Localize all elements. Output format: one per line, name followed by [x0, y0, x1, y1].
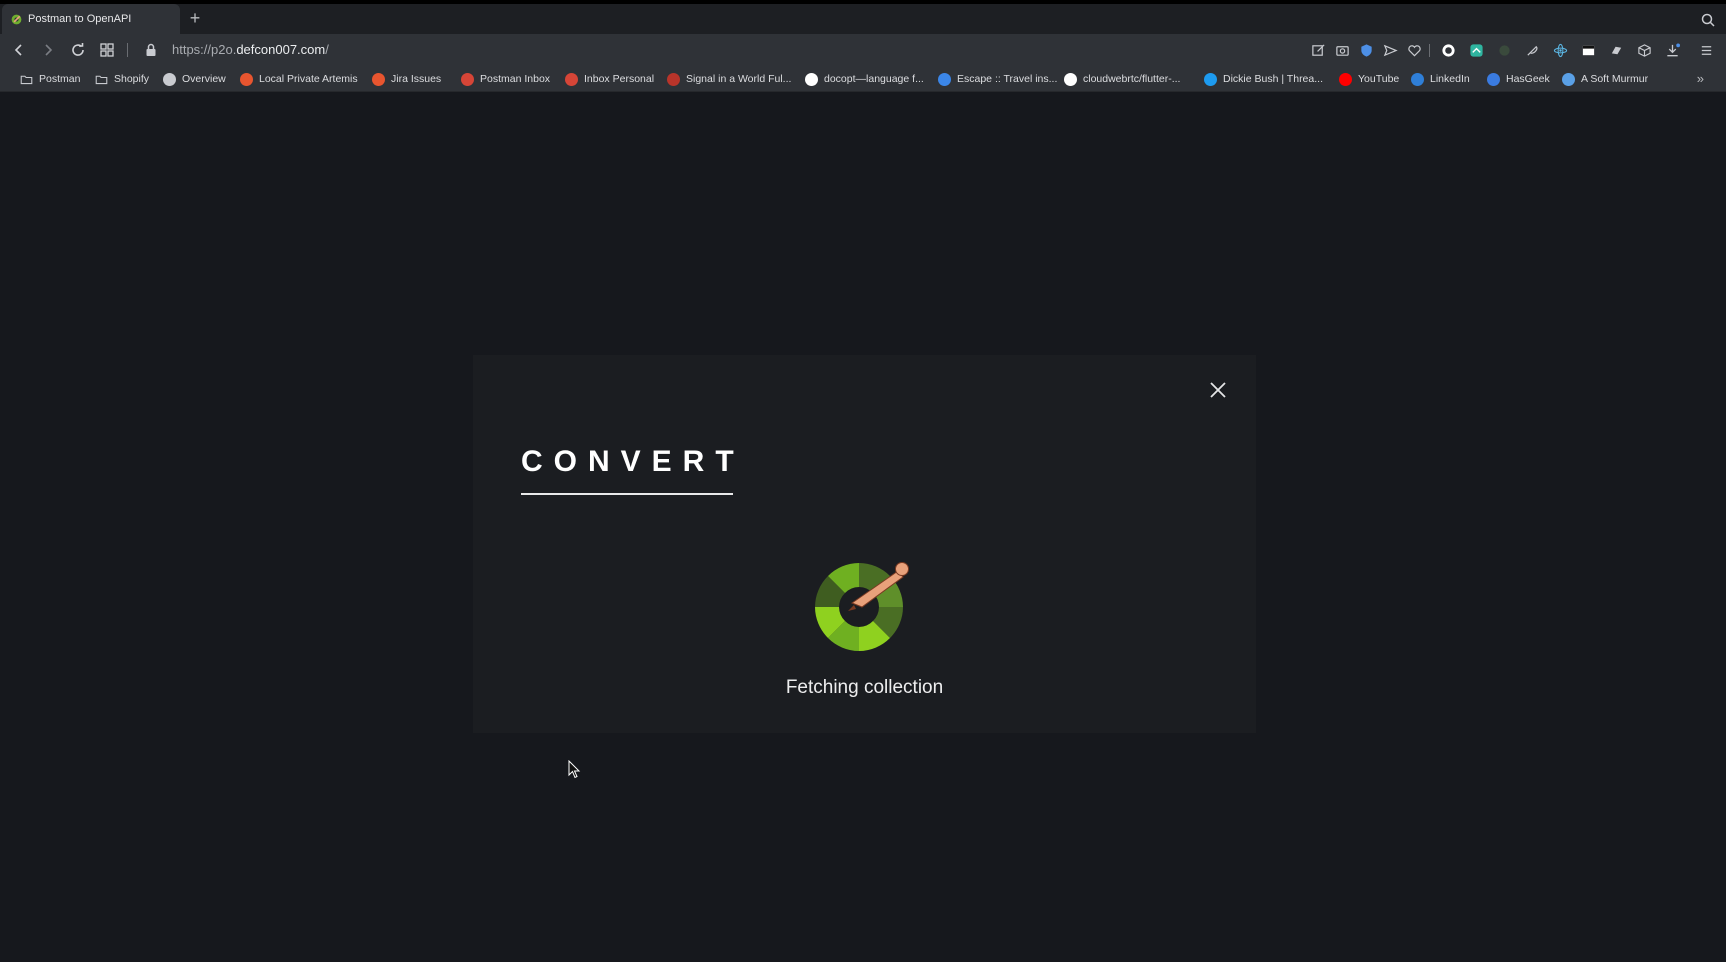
postman-openapi-favicon-icon: [11, 14, 22, 24]
tab-search-icon[interactable]: [1700, 12, 1716, 28]
folder-icon: [95, 73, 108, 86]
bookmark-item[interactable]: Postman: [20, 72, 80, 86]
artemis-icon: [240, 72, 253, 86]
bookmark-label: Local Private Artemis: [259, 73, 358, 85]
heart-icon[interactable]: [1407, 43, 1422, 58]
bookmark-item[interactable]: Local Private Artemis: [240, 72, 358, 86]
menu-icon[interactable]: [1699, 43, 1714, 58]
camera-icon[interactable]: [1335, 43, 1350, 58]
globe-extension-icon[interactable]: [1441, 43, 1456, 58]
folder-icon: [20, 73, 33, 86]
atom-icon[interactable]: [1553, 43, 1568, 58]
bookmark-item[interactable]: A Soft Murmur: [1562, 72, 1648, 86]
bookmark-item[interactable]: cloudwebrtc/flutter-...: [1064, 72, 1180, 86]
linkedin-icon: [1411, 72, 1424, 86]
toolbar-divider: [1429, 44, 1430, 57]
close-icon[interactable]: [1207, 379, 1229, 401]
feather-icon[interactable]: [1525, 43, 1540, 58]
hasgeek-icon: [1487, 72, 1500, 86]
toolbar-divider: [127, 43, 128, 57]
speed-dial-icon[interactable]: [99, 42, 115, 58]
bookmark-label: Jira Issues: [391, 73, 442, 85]
bookmark-label: Shopify: [114, 73, 150, 85]
bookmark-label: Dickie Bush | Threa...: [1223, 73, 1323, 85]
bookmark-item[interactable]: Shopify: [95, 72, 149, 86]
bookmark-label: A Soft Murmur: [1581, 73, 1649, 85]
bookmark-label: Signal in a World Ful...: [686, 73, 792, 85]
tab-postman-to-openapi[interactable]: Postman to OpenAPI: [2, 4, 180, 34]
downloads-icon[interactable]: [1665, 43, 1680, 58]
cube-icon[interactable]: [1637, 43, 1652, 58]
url-host: defcon007.com: [236, 42, 326, 57]
car-icon: [163, 72, 176, 86]
gmail-icon: [565, 72, 578, 86]
url-suffix: /: [325, 42, 329, 57]
url-prefix: https://p2o.: [172, 42, 237, 57]
bookmark-label: Postman Inbox: [480, 73, 551, 85]
bookmark-label: Overview: [182, 73, 226, 85]
bookmark-item[interactable]: Dickie Bush | Threa...: [1204, 72, 1323, 86]
bookmark-item[interactable]: Signal in a World Ful...: [667, 72, 791, 86]
window-extension-icon[interactable]: [1581, 43, 1596, 58]
address-bar-row: https://p2o.defcon007.com/: [0, 34, 1726, 66]
escape-icon: [938, 72, 951, 86]
bookmark-label: YouTube: [1358, 73, 1400, 85]
lock-icon[interactable]: [143, 42, 159, 58]
back-icon[interactable]: [11, 42, 27, 58]
bookmark-label: Escape :: Travel ins...: [957, 73, 1058, 85]
postman-interceptor-icon[interactable]: [1609, 43, 1624, 58]
new-tab-button[interactable]: +: [186, 9, 204, 27]
reload-icon[interactable]: [70, 42, 86, 58]
jira-icon: [372, 72, 385, 86]
github-icon: [1064, 72, 1077, 86]
youtube-icon: [1339, 72, 1352, 86]
postman-to-openapi-logo-icon: [815, 562, 909, 651]
url-field[interactable]: https://p2o.defcon007.com/: [172, 42, 329, 57]
mouse-cursor-icon: [568, 760, 581, 779]
bookmark-item[interactable]: YouTube: [1339, 72, 1399, 86]
send-icon[interactable]: [1383, 43, 1398, 58]
gmail-icon: [461, 72, 474, 86]
signal-icon: [667, 72, 680, 86]
bookmark-label: HasGeek: [1506, 73, 1550, 85]
tab-title: Postman to OpenAPI: [28, 13, 132, 25]
bookmark-item[interactable]: Jira Issues: [372, 72, 441, 86]
bookmark-item[interactable]: Overview: [163, 72, 226, 86]
bookmark-label: Postman: [39, 73, 81, 85]
bookmark-item[interactable]: HasGeek: [1487, 72, 1550, 86]
bookmark-item[interactable]: Escape :: Travel ins...: [938, 72, 1057, 86]
bookmarks-bar: Postman Shopify Overview Local Private Arte…: [0, 66, 1726, 92]
edit-page-icon[interactable]: [1311, 43, 1326, 58]
bookmark-label: docopt—language f...: [824, 73, 924, 85]
forward-icon[interactable]: [40, 42, 56, 58]
bookmark-label: LinkedIn: [1430, 73, 1470, 85]
bookmark-item[interactable]: Inbox Personal: [565, 72, 654, 86]
convert-modal: CONVERT Fetching collection: [473, 355, 1256, 733]
bookmark-item[interactable]: docopt—language f...: [805, 72, 924, 86]
shield-icon[interactable]: [1359, 43, 1374, 58]
heading-underline: [521, 493, 733, 495]
docopt-icon: [805, 72, 818, 86]
drop-icon: [1562, 72, 1575, 86]
green-extension-icon[interactable]: [1469, 43, 1484, 58]
bookmark-item[interactable]: LinkedIn: [1411, 72, 1470, 86]
circle-extension-icon[interactable]: [1497, 43, 1512, 58]
bookmark-label: cloudwebrtc/flutter-...: [1083, 73, 1181, 85]
twitter-icon: [1204, 72, 1217, 86]
bookmarks-overflow-icon[interactable]: »: [1697, 71, 1704, 86]
tab-bar: Postman to OpenAPI +: [0, 4, 1726, 34]
status-text: Fetching collection: [785, 677, 944, 698]
modal-heading: CONVERT: [521, 445, 745, 478]
bookmark-label: Inbox Personal: [584, 73, 655, 85]
bookmark-item[interactable]: Postman Inbox: [461, 72, 550, 86]
